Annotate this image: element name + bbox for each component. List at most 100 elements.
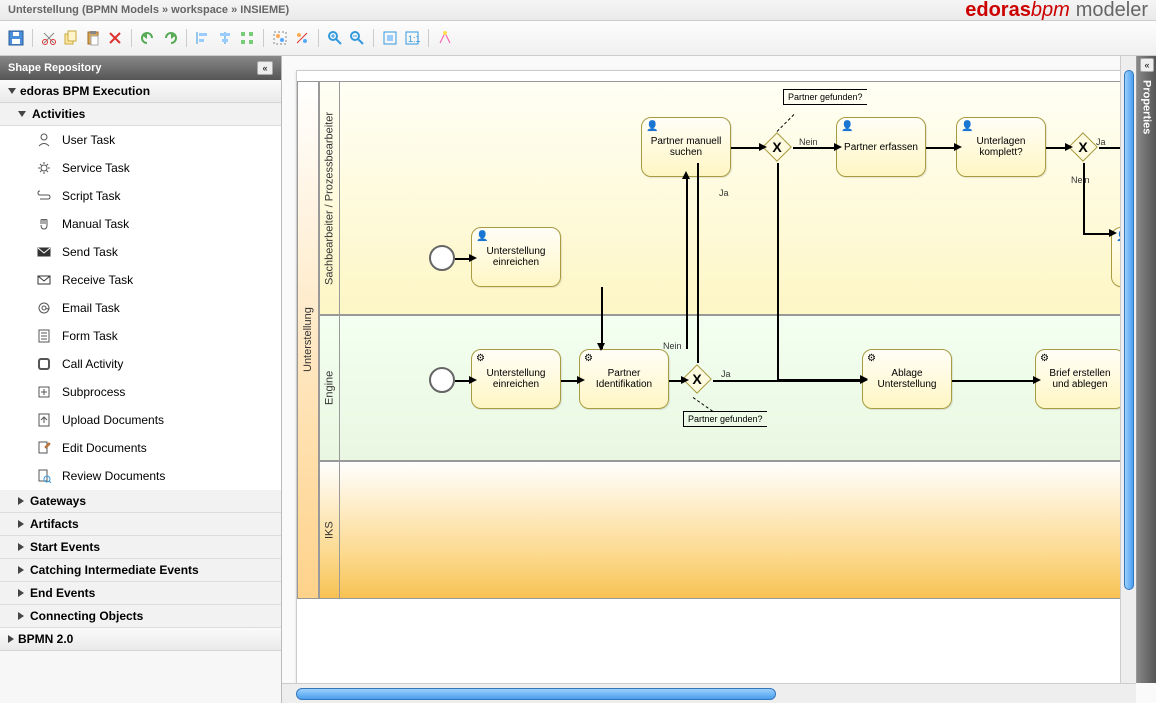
- shape-item[interactable]: Email Task: [0, 294, 281, 322]
- zoom-in-icon[interactable]: [327, 30, 343, 46]
- bpmn-task[interactable]: 👤Unterlagen komplett?: [956, 117, 1046, 177]
- tree-group[interactable]: edoras BPM Execution: [0, 80, 281, 103]
- shape-item[interactable]: Subprocess: [0, 378, 281, 406]
- pool-label[interactable]: Unterstellung: [297, 81, 319, 599]
- toolbar-separator: [186, 29, 187, 47]
- shape-item[interactable]: Service Task: [0, 154, 281, 182]
- ungroup-icon[interactable]: [294, 30, 310, 46]
- shape-item[interactable]: Script Task: [0, 182, 281, 210]
- gear-icon: ⚙: [1040, 353, 1049, 364]
- vertical-scrollbar[interactable]: [1120, 56, 1136, 683]
- canvas-scroll[interactable]: UnterstellungSachbearbeiter / Prozessbea…: [282, 56, 1136, 683]
- bpmn-task[interactable]: ⚙Partner Identifikation: [579, 349, 669, 409]
- group-icon[interactable]: [272, 30, 288, 46]
- expand-properties-button[interactable]: «: [1140, 58, 1154, 72]
- lane-label: Engine: [320, 315, 340, 461]
- canvas-area: UnterstellungSachbearbeiter / Prozessbea…: [282, 56, 1156, 703]
- redo-icon[interactable]: [162, 30, 178, 46]
- toolbar: 1:1: [0, 21, 1156, 56]
- tree-subgroup[interactable]: Activities: [0, 103, 281, 126]
- align-grid-icon[interactable]: [239, 30, 255, 46]
- delete-icon[interactable]: [107, 30, 123, 46]
- arrow-icon: [681, 376, 689, 384]
- toolbar-separator: [373, 29, 374, 47]
- shape-item[interactable]: Receive Task: [0, 266, 281, 294]
- bpmn-task[interactable]: ⚙Unterstellung einreichen: [471, 349, 561, 409]
- arrow-icon: [834, 143, 842, 151]
- svg-text:X: X: [772, 139, 782, 155]
- bpmn-task[interactable]: 👤Unterstellung einreichen: [471, 227, 561, 287]
- sequence-flow[interactable]: [1083, 233, 1111, 235]
- vertical-scroll-thumb[interactable]: [1124, 70, 1134, 590]
- align-center-icon[interactable]: [217, 30, 233, 46]
- shape-item[interactable]: Review Documents: [0, 462, 281, 490]
- shape-repository-panel: Shape Repository « edoras BPM ExecutionA…: [0, 56, 282, 703]
- bpmn-task[interactable]: ⚙Ablage Unterstellung: [862, 349, 952, 409]
- form-icon: [36, 328, 52, 344]
- actual-size-icon[interactable]: 1:1: [404, 30, 420, 46]
- paste-icon[interactable]: [85, 30, 101, 46]
- svg-text:X: X: [692, 371, 702, 387]
- tree-subgroup[interactable]: Connecting Objects: [0, 605, 281, 628]
- sequence-flow[interactable]: [686, 177, 688, 349]
- arrow-icon: [1109, 229, 1117, 237]
- toolbar-separator: [32, 29, 33, 47]
- bpmn-task[interactable]: ⚙Brief erstellen und ablegen: [1035, 349, 1125, 409]
- align-left-icon[interactable]: [195, 30, 211, 46]
- shape-item[interactable]: Manual Task: [0, 210, 281, 238]
- chevron-icon: [18, 520, 24, 528]
- arrow-icon: [954, 143, 962, 151]
- script-icon: [36, 188, 52, 204]
- tree-subgroup[interactable]: Gateways: [0, 490, 281, 513]
- horizontal-scroll-thumb[interactable]: [296, 688, 776, 700]
- shape-item[interactable]: Form Task: [0, 322, 281, 350]
- cut-icon[interactable]: [41, 30, 57, 46]
- text-annotation[interactable]: Partner gefunden?: [683, 411, 767, 427]
- start-event[interactable]: [429, 367, 455, 393]
- tree-group[interactable]: BPMN 2.0: [0, 628, 281, 651]
- gear-icon: [36, 160, 52, 176]
- chevron-icon: [18, 566, 24, 574]
- call-icon: [36, 356, 52, 372]
- text-annotation[interactable]: Partner gefunden?: [783, 89, 867, 105]
- toolbar-separator: [428, 29, 429, 47]
- zoom-out-icon[interactable]: [349, 30, 365, 46]
- bpmn-canvas[interactable]: UnterstellungSachbearbeiter / Prozessbea…: [296, 70, 1136, 683]
- save-icon[interactable]: [8, 30, 24, 46]
- bpmn-task[interactable]: 👤Partner erfassen: [836, 117, 926, 177]
- tree-subgroup[interactable]: Artifacts: [0, 513, 281, 536]
- bpmn-task[interactable]: 👤Partner manuell suchen: [641, 117, 731, 177]
- envelope-closed-icon: [36, 244, 52, 260]
- bpmn-lane[interactable]: [319, 461, 1136, 599]
- start-event[interactable]: [429, 245, 455, 271]
- flow-label: Nein: [799, 137, 818, 147]
- sequence-flow[interactable]: [713, 380, 862, 382]
- sequence-flow[interactable]: [952, 380, 1035, 382]
- collapse-sidebar-button[interactable]: «: [257, 61, 273, 75]
- fit-page-icon[interactable]: [382, 30, 398, 46]
- shape-item[interactable]: Upload Documents: [0, 406, 281, 434]
- review-doc-icon: [36, 468, 52, 484]
- panel-title-text: Shape Repository: [8, 62, 102, 74]
- tree-subgroup[interactable]: Start Events: [0, 536, 281, 559]
- gear-icon: ⚙: [867, 353, 876, 364]
- sequence-flow[interactable]: [1046, 147, 1067, 149]
- copy-icon[interactable]: [63, 30, 79, 46]
- horizontal-scrollbar[interactable]: [282, 683, 1136, 703]
- sequence-flow[interactable]: [926, 147, 956, 149]
- sequence-flow[interactable]: [1083, 163, 1085, 233]
- sequence-flow[interactable]: [777, 163, 779, 379]
- shape-item[interactable]: Call Activity: [0, 350, 281, 378]
- undo-icon[interactable]: [140, 30, 156, 46]
- tree-subgroup[interactable]: Catching Intermediate Events: [0, 559, 281, 582]
- hand-icon: [36, 216, 52, 232]
- shape-item[interactable]: Send Task: [0, 238, 281, 266]
- tree-subgroup[interactable]: End Events: [0, 582, 281, 605]
- sequence-flow[interactable]: [601, 287, 603, 349]
- sequence-flow[interactable]: [697, 163, 699, 363]
- shape-item[interactable]: Edit Documents: [0, 434, 281, 462]
- sequence-flow[interactable]: [793, 147, 836, 149]
- shape-item[interactable]: User Task: [0, 126, 281, 154]
- sequence-flow[interactable]: [731, 147, 761, 149]
- highlight-icon[interactable]: [437, 30, 453, 46]
